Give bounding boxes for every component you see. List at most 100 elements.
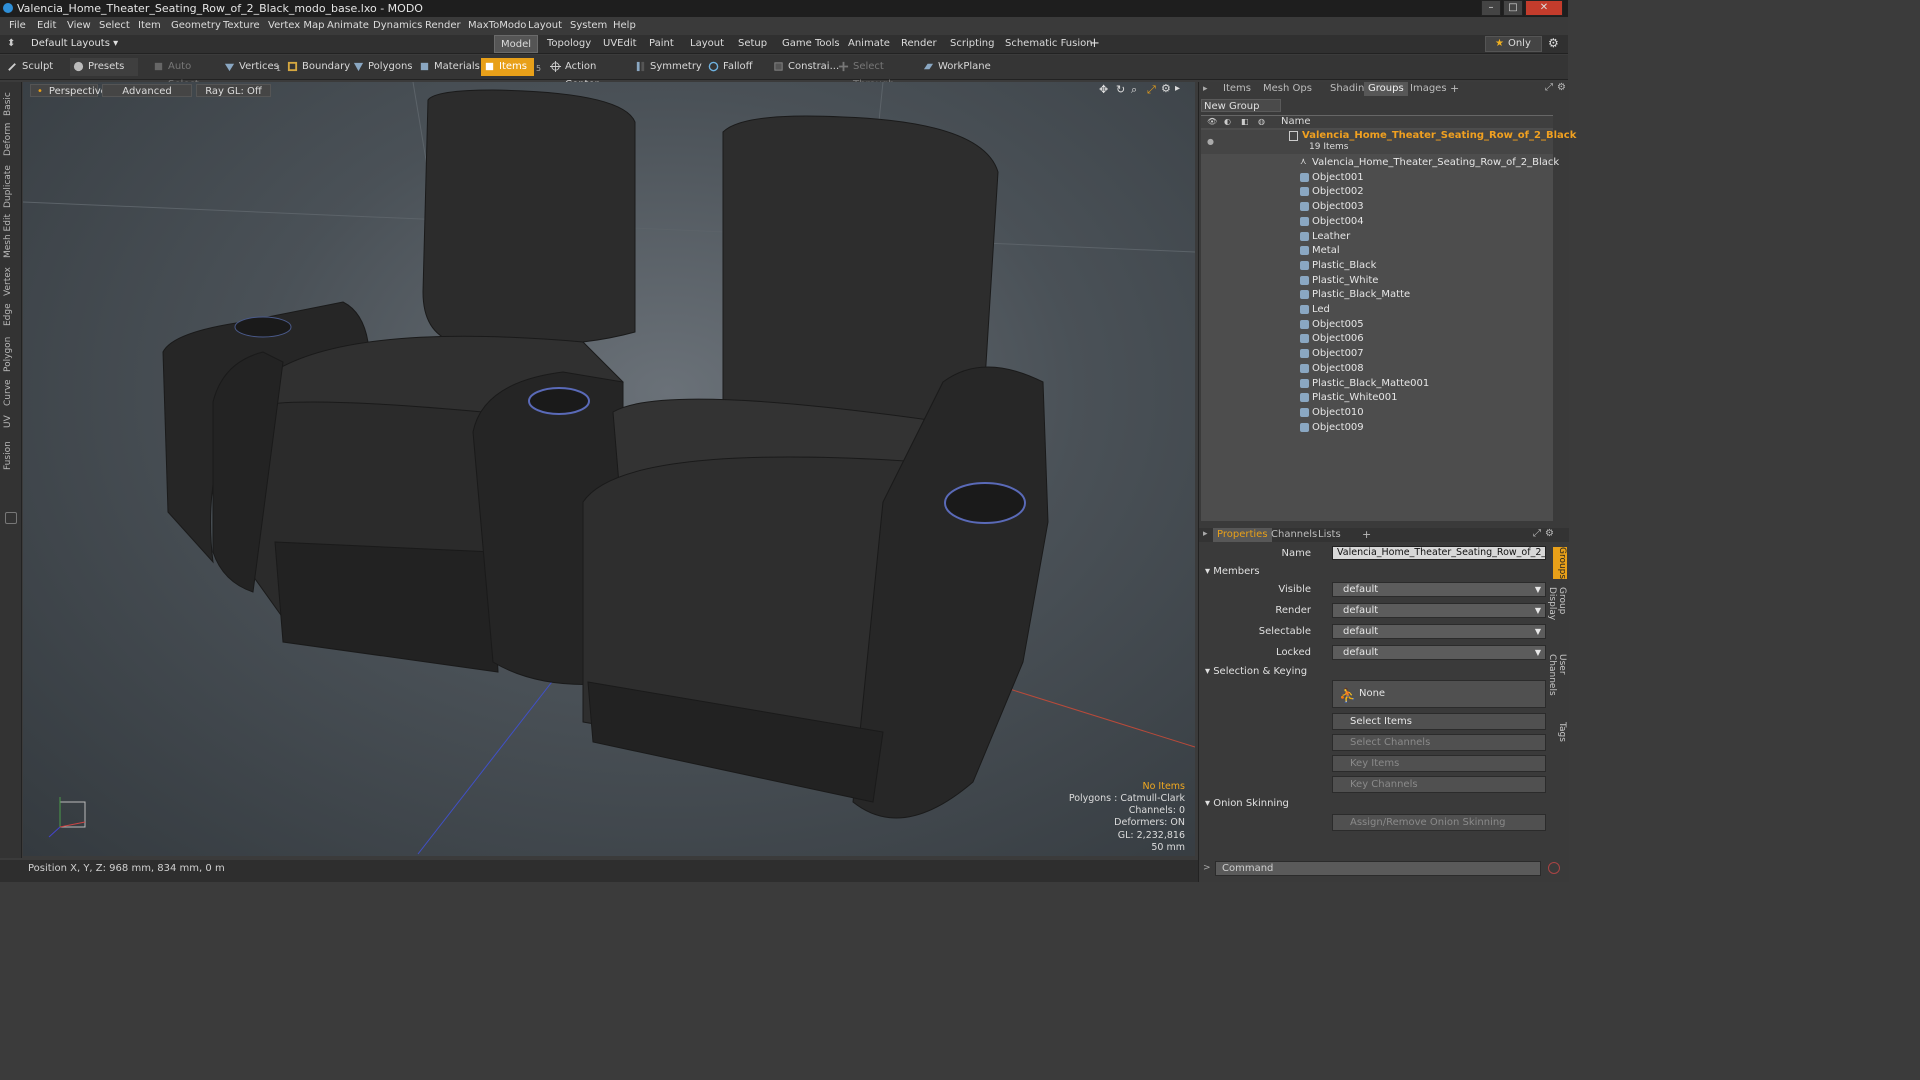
materials-button[interactable]: Materials	[416, 58, 480, 76]
onion-skinning-section[interactable]: ▾ Onion Skinning	[1205, 798, 1289, 809]
vertices-button[interactable]: Vertices	[221, 58, 279, 76]
tab-polygon[interactable]: Polygon	[3, 328, 17, 372]
tab-vertex[interactable]: Vertex	[3, 260, 17, 296]
command-input[interactable]: Command	[1215, 861, 1541, 876]
side-tab-tags[interactable]: Tags	[1553, 722, 1567, 750]
group-row[interactable]: ● Valencia_Home_Theater_Seating_Row_of_2…	[1201, 130, 1576, 154]
member-row[interactable]: Plastic_White001	[1201, 391, 1553, 405]
tab-layout[interactable]: Layout	[684, 35, 730, 53]
menu-dynamics[interactable]: Dynamics	[373, 20, 422, 31]
close-button[interactable]: ✕	[1525, 0, 1563, 16]
member-row[interactable]: Object004	[1201, 215, 1553, 229]
none-button[interactable]: ⛹ None	[1332, 680, 1546, 708]
menu-geometry[interactable]: Geometry	[171, 20, 221, 31]
tab-duplicate[interactable]: Duplicate	[3, 160, 17, 208]
view-settings-icon[interactable]: ⚙	[1161, 82, 1171, 95]
view-mode-button[interactable]: • Perspective	[30, 84, 107, 97]
move-view-icon[interactable]: ✥	[1099, 83, 1108, 96]
tab-basic[interactable]: Basic	[3, 86, 17, 116]
record-icon[interactable]	[1548, 862, 1560, 874]
zoom-view-icon[interactable]: ⌕	[1131, 83, 1137, 97]
menu-render[interactable]: Render	[425, 20, 461, 31]
member-row[interactable]: Plastic_White	[1201, 274, 1553, 288]
3d-viewport[interactable]: • Perspective Advanced Ray GL: Off ✥ ↻ ⌕ …	[23, 82, 1195, 856]
menu-item[interactable]: Item	[138, 20, 161, 31]
tab-lists[interactable]: Lists	[1314, 528, 1345, 542]
auto-select-button[interactable]: Auto Select	[150, 58, 216, 90]
boundary-button[interactable]: Boundary	[284, 58, 350, 76]
view-menu-icon[interactable]: ▸	[1175, 83, 1180, 94]
member-row[interactable]: Object002	[1201, 185, 1553, 199]
presets-button[interactable]: Presets	[70, 58, 138, 76]
lock-column-icon[interactable]: ◧	[1241, 116, 1249, 128]
only-toggle[interactable]: ★ Only	[1485, 36, 1542, 52]
member-row[interactable]: Plastic_Black_Matte	[1201, 288, 1553, 302]
minimize-button[interactable]: –	[1481, 0, 1501, 16]
member-row[interactable]: Object010	[1201, 406, 1553, 420]
tab-render[interactable]: Render	[895, 35, 943, 53]
render-dropdown[interactable]: default ▼	[1332, 603, 1546, 618]
select-channels-button[interactable]: Select Channels	[1332, 734, 1546, 751]
rotate-view-icon[interactable]: ↻	[1116, 83, 1125, 96]
member-row[interactable]: Led	[1201, 303, 1553, 317]
render-column-icon[interactable]: ◐	[1224, 116, 1231, 128]
command-history-icon[interactable]: >	[1203, 863, 1211, 873]
layout-expand-icon[interactable]: ⬍	[7, 38, 15, 49]
tab-edge[interactable]: Edge	[3, 296, 17, 326]
side-tab-group-display[interactable]: Group Display	[1547, 587, 1567, 649]
properties-expand-icon[interactable]: ⤢	[1533, 528, 1541, 539]
menu-select[interactable]: Select	[99, 20, 130, 31]
member-row[interactable]: Plastic_Black	[1201, 259, 1553, 273]
tab-properties[interactable]: Properties	[1213, 528, 1272, 542]
action-center-button[interactable]: Action Center	[547, 58, 625, 90]
member-row[interactable]: Plastic_Black_Matte001	[1201, 377, 1553, 391]
tab-items[interactable]: Items	[1219, 82, 1255, 96]
tab-mesh-ops[interactable]: Mesh Ops	[1259, 82, 1316, 96]
select-items-button[interactable]: Select Items	[1332, 713, 1546, 730]
tab-topology[interactable]: Topology	[541, 35, 597, 53]
select-through-button[interactable]: Select Through	[835, 58, 915, 90]
maximize-button[interactable]: □	[1503, 0, 1523, 16]
symmetry-button[interactable]: Symmetry	[632, 58, 702, 76]
tab-fusion[interactable]: Fusion	[3, 434, 17, 470]
items-button[interactable]: Items	[481, 58, 534, 76]
tab-setup[interactable]: Setup	[732, 35, 773, 53]
menu-maxtomodo[interactable]: MaxToModo	[468, 20, 526, 31]
select-column-icon[interactable]: ◍	[1258, 116, 1265, 128]
member-row[interactable]: Object005	[1201, 318, 1553, 332]
member-row[interactable]: Object007	[1201, 347, 1553, 361]
member-row[interactable]: Metal	[1201, 244, 1553, 258]
shading-button[interactable]: Advanced	[102, 84, 192, 97]
menu-help[interactable]: Help	[613, 20, 636, 31]
onion-skinning-button[interactable]: Assign/Remove Onion Skinning	[1332, 814, 1546, 831]
member-row[interactable]: Object008	[1201, 362, 1553, 376]
selectable-dropdown[interactable]: default ▼	[1332, 624, 1546, 639]
tab-schematic-fusion[interactable]: Schematic Fusion	[999, 35, 1099, 53]
properties-settings-icon[interactable]: ⚙	[1545, 528, 1554, 539]
menu-view[interactable]: View	[67, 20, 91, 31]
menu-texture[interactable]: Texture	[223, 20, 260, 31]
tab-curve[interactable]: Curve	[3, 374, 17, 406]
tab-model[interactable]: Model	[494, 35, 539, 53]
key-channels-button[interactable]: Key Channels	[1332, 776, 1546, 793]
key-items-button[interactable]: Key Items	[1332, 755, 1546, 772]
tab-animate[interactable]: Animate	[842, 35, 896, 53]
visible-dropdown[interactable]: default ▼	[1332, 582, 1546, 597]
group-name-field[interactable]: Valencia_Home_Theater_Seating_Row_of_2_B…	[1332, 546, 1546, 560]
menu-file[interactable]: File	[9, 20, 26, 31]
raygl-button[interactable]: Ray GL: Off	[196, 84, 271, 97]
panel-expand-icon[interactable]: ⤢	[1545, 82, 1553, 93]
menu-system[interactable]: System	[570, 20, 607, 31]
fit-view-icon[interactable]: ⤢	[1147, 83, 1156, 97]
polygons-button[interactable]: Polygons	[350, 58, 413, 76]
visibility-column-icon[interactable]: 👁	[1207, 116, 1217, 128]
group-eye-icon[interactable]: ●	[1207, 135, 1214, 149]
side-tab-user-channels[interactable]: User Channels	[1547, 654, 1567, 716]
tab-deform[interactable]: Deform	[3, 118, 17, 156]
member-row[interactable]: Object003	[1201, 200, 1553, 214]
member-row[interactable]: Object009	[1201, 421, 1553, 435]
menu-vertex-map[interactable]: Vertex Map	[268, 20, 324, 31]
members-section[interactable]: ▾ Members	[1205, 566, 1260, 577]
add-properties-tab-icon[interactable]: +	[1362, 528, 1371, 541]
locked-dropdown[interactable]: default ▼	[1332, 645, 1546, 660]
